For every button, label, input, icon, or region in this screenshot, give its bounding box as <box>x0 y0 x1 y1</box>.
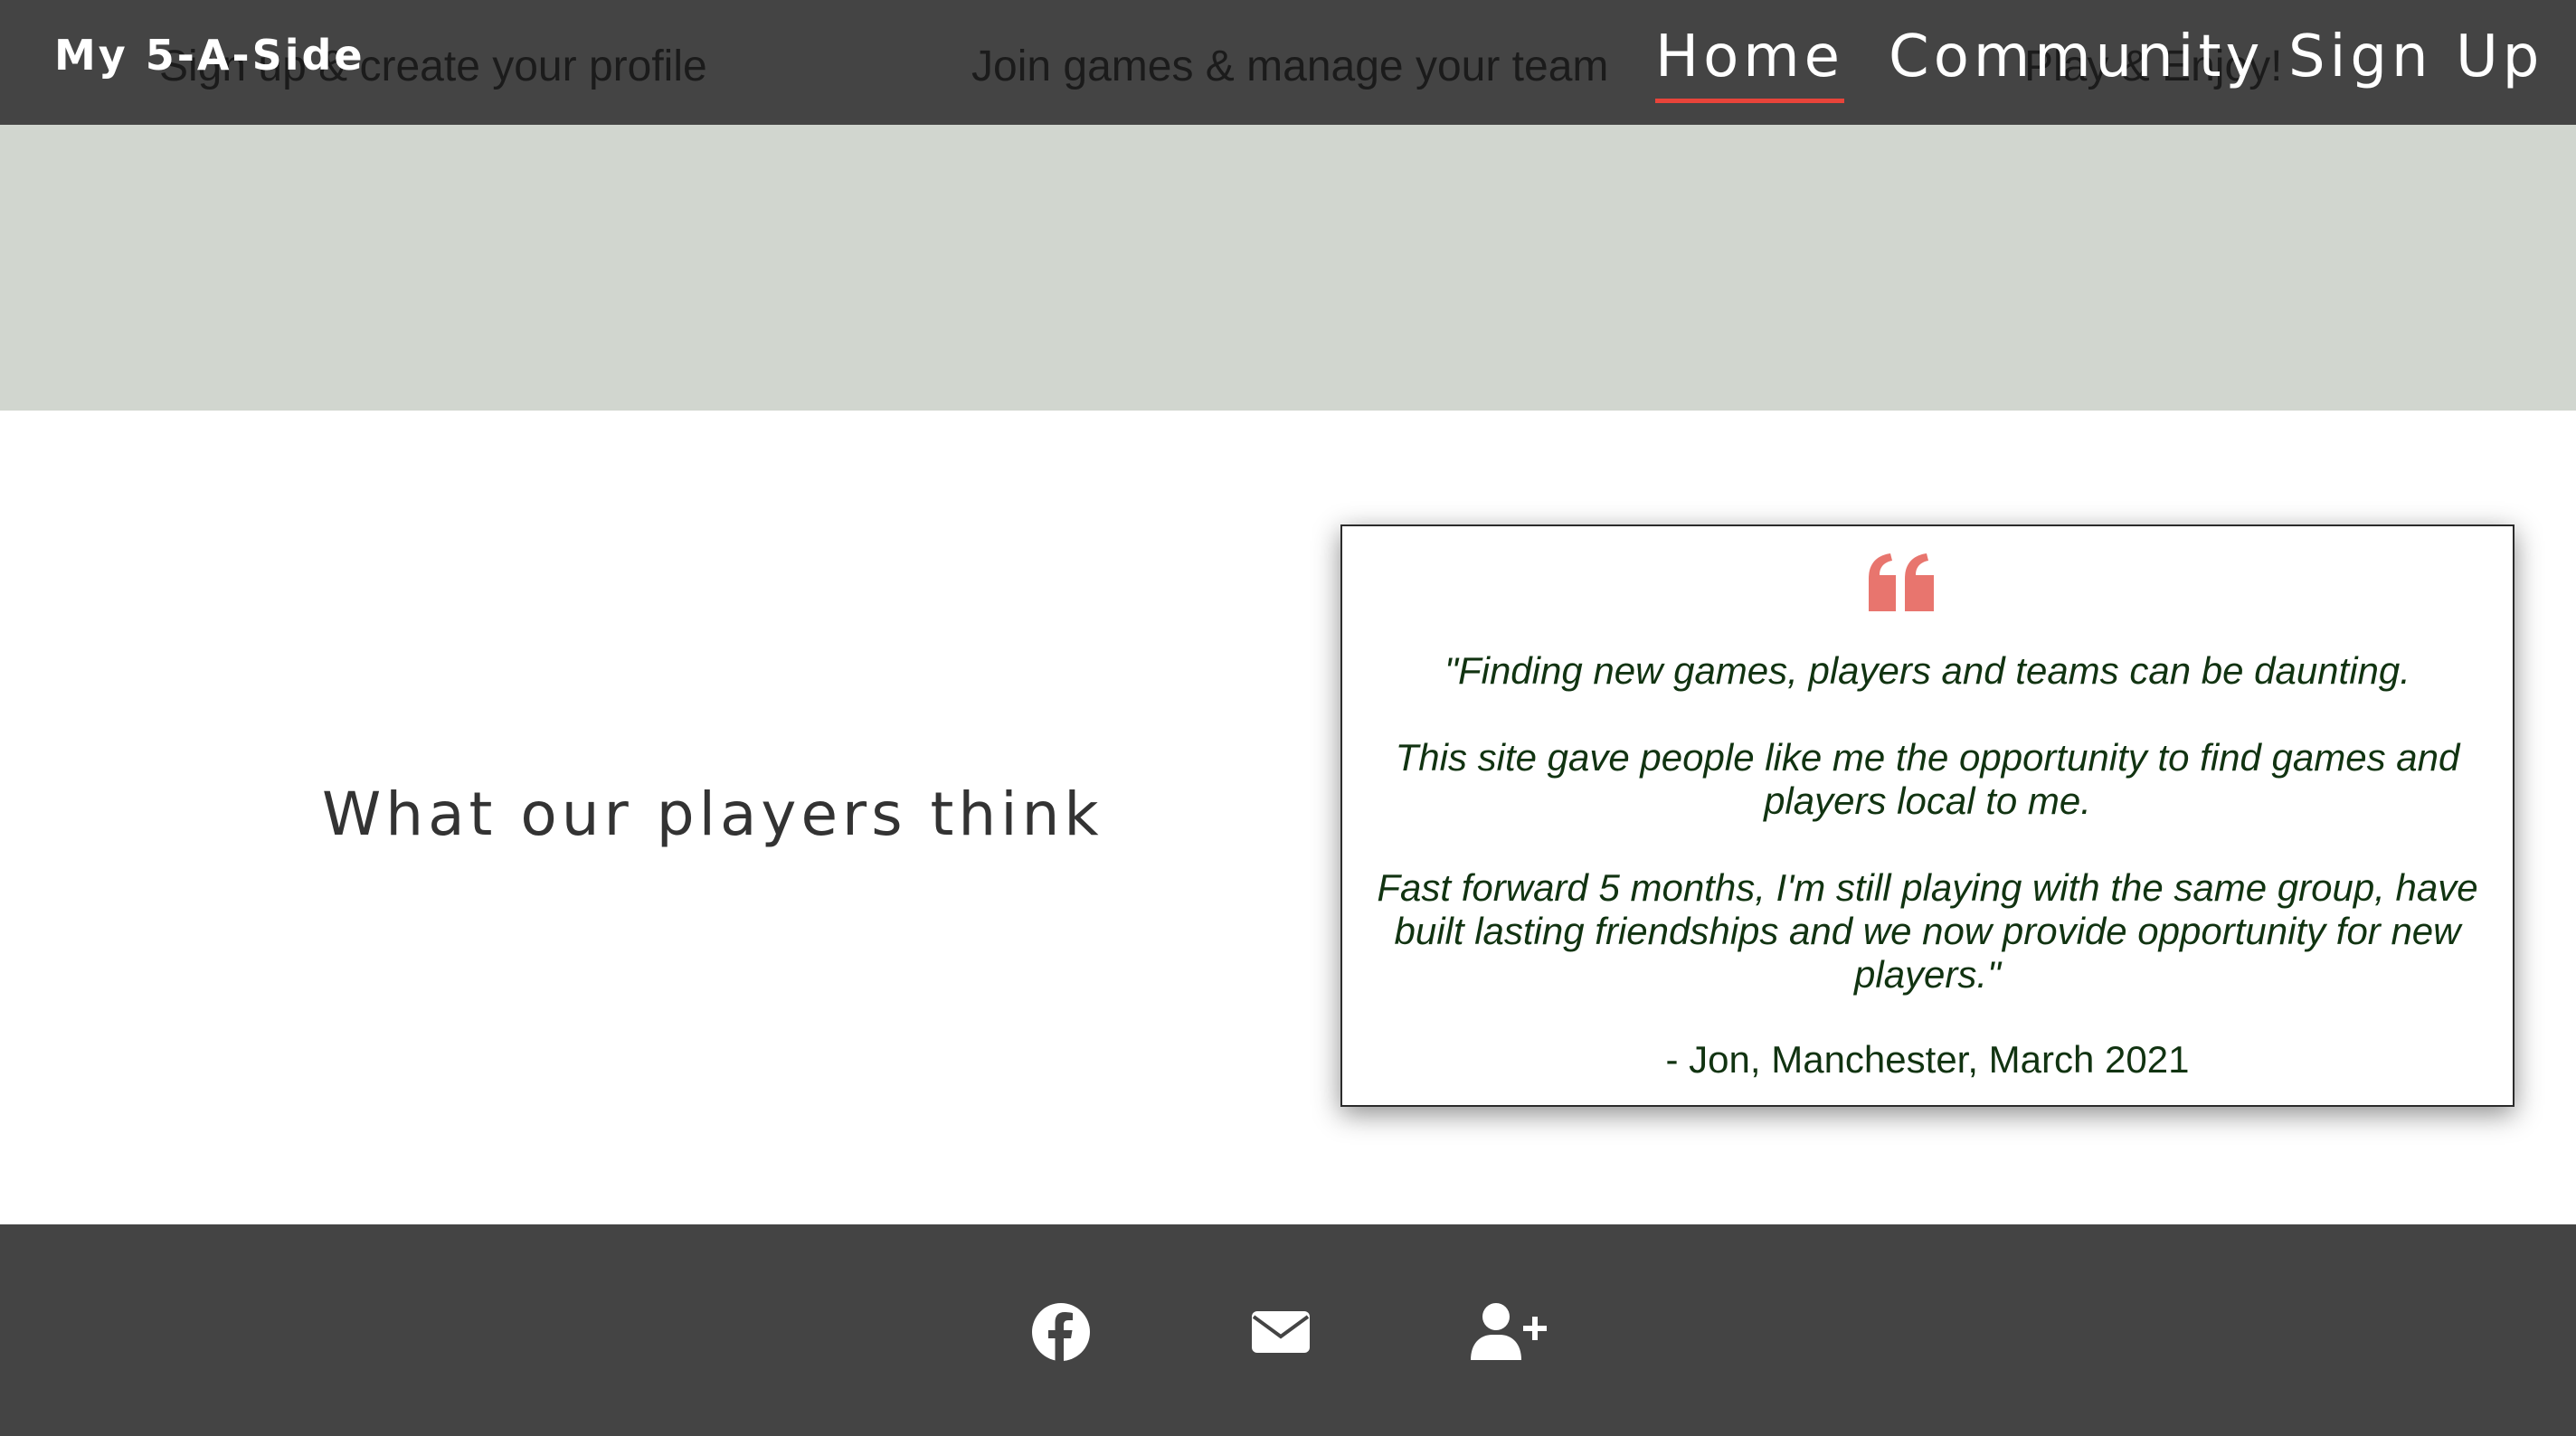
facebook-icon[interactable] <box>1031 1302 1091 1362</box>
email-icon[interactable] <box>1250 1302 1312 1362</box>
quote-line-2: This site gave people like me the opport… <box>1395 736 2460 822</box>
footer <box>0 1224 2576 1436</box>
nav-community-link[interactable]: Community <box>1889 24 2264 90</box>
step-join-games-text: Join games & manage your team <box>971 43 1609 90</box>
quote-line-1: "Finding new games, players and teams ca… <box>1444 649 2410 692</box>
navbar: Sign up & create your profile Join games… <box>0 0 2576 125</box>
nav-sign-up-link[interactable]: Sign Up <box>2288 24 2543 90</box>
add-user-icon[interactable] <box>1469 1302 1547 1362</box>
testimonials-heading: What our players think <box>322 779 1103 849</box>
testimonial-card: "Finding new games, players and teams ca… <box>1340 524 2514 1107</box>
quote-line-3: Fast forward 5 months, I'm still playing… <box>1377 866 2478 996</box>
quote-left-icon <box>1865 552 1937 615</box>
nav-home-link[interactable]: Home <box>1655 24 1844 103</box>
brand-logo[interactable]: My 5-A-Side <box>54 31 365 80</box>
hero-band <box>0 125 2576 411</box>
quote-author: - Jon, Manchester, March 2021 <box>1665 1038 2190 1081</box>
